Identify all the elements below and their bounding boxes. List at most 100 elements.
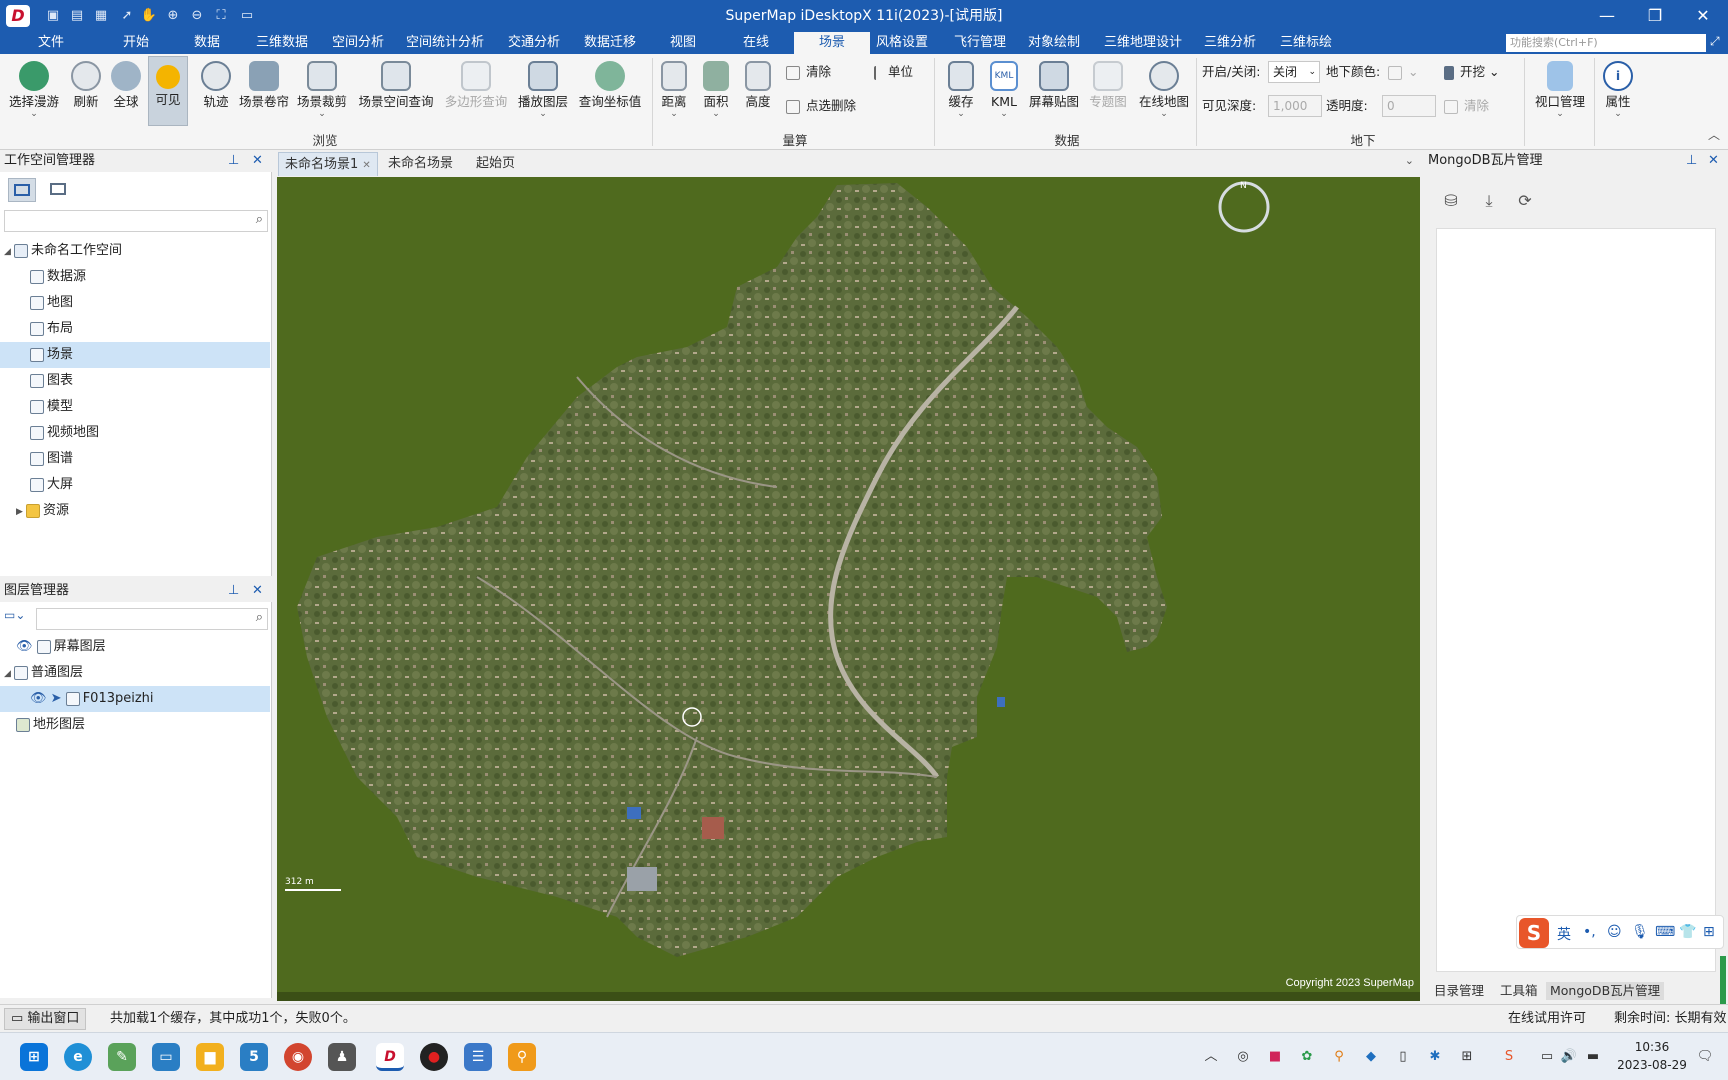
keyboard-icon[interactable]: ⌨ <box>1655 924 1675 940</box>
tab-mongodb-tile[interactable]: MongoDB瓦片管理 <box>1546 982 1665 1000</box>
selectable-arrow-icon[interactable]: ➤ <box>51 691 62 706</box>
menu-scene[interactable]: 场景 <box>794 32 870 54</box>
pan-icon[interactable]: ✋ <box>140 7 158 25</box>
menu-3d-analysis[interactable]: 三维分析 <box>1196 32 1264 54</box>
menu-spatial-analysis[interactable]: 空间分析 <box>324 32 392 54</box>
select-roam-button[interactable]: 选择漫游 ⌄ <box>6 56 62 126</box>
point-delete-button[interactable]: 点选删除 <box>786 96 856 116</box>
zoom-in-icon[interactable]: ⊕ <box>164 7 182 25</box>
menu-view[interactable]: 视图 <box>662 32 704 54</box>
close-tab-icon[interactable]: ✕ <box>362 160 370 171</box>
resource-view-button[interactable] <box>44 178 72 202</box>
scene-clip-button[interactable]: 场景裁剪 ⌄ <box>296 56 348 126</box>
play-layer-button[interactable]: 播放图层 ⌄ <box>518 56 568 126</box>
clear-underground-button[interactable]: 清除 <box>1444 96 1489 116</box>
menu-online[interactable]: 在线 <box>735 32 777 54</box>
usb-icon[interactable]: ▯ <box>1394 1048 1412 1066</box>
notepad-icon[interactable]: ✎ <box>108 1043 136 1071</box>
tab-scene[interactable]: 未命名场景 <box>382 152 459 176</box>
thematic-button[interactable]: 专题图 <box>1086 56 1130 126</box>
menu-file[interactable]: 文件 <box>30 32 72 54</box>
excavate-button[interactable]: 开挖 ⌄ <box>1444 62 1499 82</box>
menu-draw[interactable]: 对象绘制 <box>1020 32 1088 54</box>
tray-chevron-icon[interactable]: ︿ <box>1202 1048 1220 1066</box>
layer-item-F013peizhi[interactable]: 👁 ➤ F013peizhi <box>0 686 270 712</box>
query-coord-button[interactable]: 查询坐标值 <box>578 56 642 126</box>
visible-depth-spinner[interactable]: 1,000 <box>1268 95 1322 117</box>
track-button[interactable]: 轨迹 <box>192 56 240 126</box>
tray-app-icon[interactable]: ◆ <box>1362 1048 1380 1066</box>
menu-3d-design[interactable]: 三维地理设计 <box>1096 32 1190 54</box>
tree-item-resource[interactable]: ▶ 资源 <box>0 498 270 524</box>
workspace-search-input[interactable]: ⌕ <box>4 210 268 232</box>
save-as-icon[interactable]: ▤ <box>68 7 86 25</box>
menu-flight[interactable]: 飞行管理 <box>946 32 1014 54</box>
bluetooth-icon[interactable]: ✱ <box>1426 1048 1444 1066</box>
tree-item-model[interactable]: 模型 <box>0 394 270 420</box>
area-button[interactable]: 面积 ⌄ <box>698 56 734 126</box>
menu-3d-plot[interactable]: 三维标绘 <box>1272 32 1340 54</box>
close-window-button[interactable]: ✕ <box>1680 0 1726 32</box>
tab-toolbox[interactable]: 工具箱 <box>1496 982 1542 1000</box>
refresh-icon[interactable]: ⟳ <box>1514 190 1536 212</box>
viewport-manage-button[interactable]: 视口管理 ⌄ <box>1530 56 1590 126</box>
function-search-input[interactable]: 功能搜索(Ctrl+F) <box>1506 34 1706 52</box>
windows-icon[interactable]: ⊞ <box>20 1043 48 1071</box>
screen-paste-button[interactable]: 屏幕贴图 <box>1028 56 1080 126</box>
globe-button[interactable]: 全球 <box>102 56 150 126</box>
wechat-icon[interactable]: ✿ <box>1298 1048 1316 1066</box>
color-picker-button[interactable]: ⌄ <box>1388 62 1418 82</box>
tab-list-chevron-icon[interactable]: ⌄ <box>1405 154 1414 167</box>
height-button[interactable]: 高度 <box>740 56 776 126</box>
tray-app-icon[interactable]: ◎ <box>1234 1048 1252 1066</box>
tree-item-graph[interactable]: 图谱 <box>0 446 270 472</box>
import-icon[interactable]: ⤓ <box>1478 190 1500 212</box>
compass[interactable]: N <box>1218 181 1270 233</box>
clock[interactable]: 10:36 2023-08-29 <box>1614 1038 1690 1074</box>
close-icon[interactable]: ✕ <box>1708 150 1719 172</box>
menu-style[interactable]: 风格设置 <box>868 32 936 54</box>
tray-app-icon[interactable]: ■ <box>1266 1048 1284 1066</box>
scene-view[interactable]: N 312 m Copyright 2023 SuperMap <box>277 177 1420 1001</box>
sogou-icon[interactable]: 5 <box>240 1043 268 1071</box>
online-map-button[interactable]: 在线地图 ⌄ <box>1136 56 1192 126</box>
notification-icon[interactable]: 🗨 <box>1696 1048 1714 1066</box>
add-layer-dropdown[interactable]: ▭⌄ <box>4 608 34 630</box>
skin-icon[interactable]: 👕 <box>1679 924 1696 940</box>
punctuation-icon[interactable]: •, <box>1583 924 1596 940</box>
menu-start[interactable]: 开始 <box>115 32 157 54</box>
tux-icon[interactable]: ♟ <box>328 1043 356 1071</box>
supermap-icon[interactable]: D <box>376 1043 404 1071</box>
layer-item-terrain[interactable]: 地形图层 <box>0 712 270 738</box>
network-icon[interactable]: ▭ <box>1538 1048 1556 1066</box>
layer-item-normal[interactable]: ◢ 普通图层 <box>0 660 270 686</box>
expand-icon[interactable]: ⤢ <box>1710 34 1720 49</box>
add-db-icon[interactable]: ⛁ <box>1440 190 1462 212</box>
sogou-ime-icon[interactable]: S <box>1519 918 1549 948</box>
tree-item-datasource[interactable]: 数据源 <box>0 264 270 290</box>
property-button[interactable]: i 属性 ⌄ <box>1598 56 1638 126</box>
menu-spatial-statistics[interactable]: 空间统计分析 <box>398 32 492 54</box>
emoji-icon[interactable]: ☺ <box>1607 924 1622 940</box>
close-icon[interactable]: ✕ <box>252 580 263 602</box>
full-extent-icon[interactable]: ⛶ <box>212 7 230 25</box>
menu-data[interactable]: 数据 <box>186 32 228 54</box>
pin-icon[interactable]: ⊥ <box>1686 150 1697 172</box>
menu-traffic-analysis[interactable]: 交通分析 <box>500 32 568 54</box>
tree-item-video-map[interactable]: 视频地图 <box>0 420 270 446</box>
search-app-icon[interactable]: ⚲ <box>508 1043 536 1071</box>
edge-icon[interactable]: e <box>64 1043 92 1071</box>
cache-button[interactable]: 缓存 ⌄ <box>938 56 984 126</box>
select-icon[interactable]: ➚ <box>118 7 136 25</box>
minimize-button[interactable]: — <box>1584 0 1630 32</box>
layer-search-input[interactable]: ⌕ <box>36 608 268 630</box>
scene-spatial-query-button[interactable]: 场景空间查询 <box>358 56 434 126</box>
explorer-icon[interactable]: ▆ <box>196 1043 224 1071</box>
onoff-select[interactable]: 关闭 ⌄ <box>1268 61 1320 83</box>
tree-item-workspace[interactable]: ◢ 未命名工作空间 <box>0 238 270 264</box>
tray-search-icon[interactable]: ⚲ <box>1330 1048 1348 1066</box>
pin-icon[interactable]: ⊥ <box>228 580 239 602</box>
menu-3d-data[interactable]: 三维数据 <box>248 32 316 54</box>
polygon-query-button[interactable]: 多边形查询 <box>442 56 510 126</box>
close-icon[interactable]: ✕ <box>252 150 263 172</box>
